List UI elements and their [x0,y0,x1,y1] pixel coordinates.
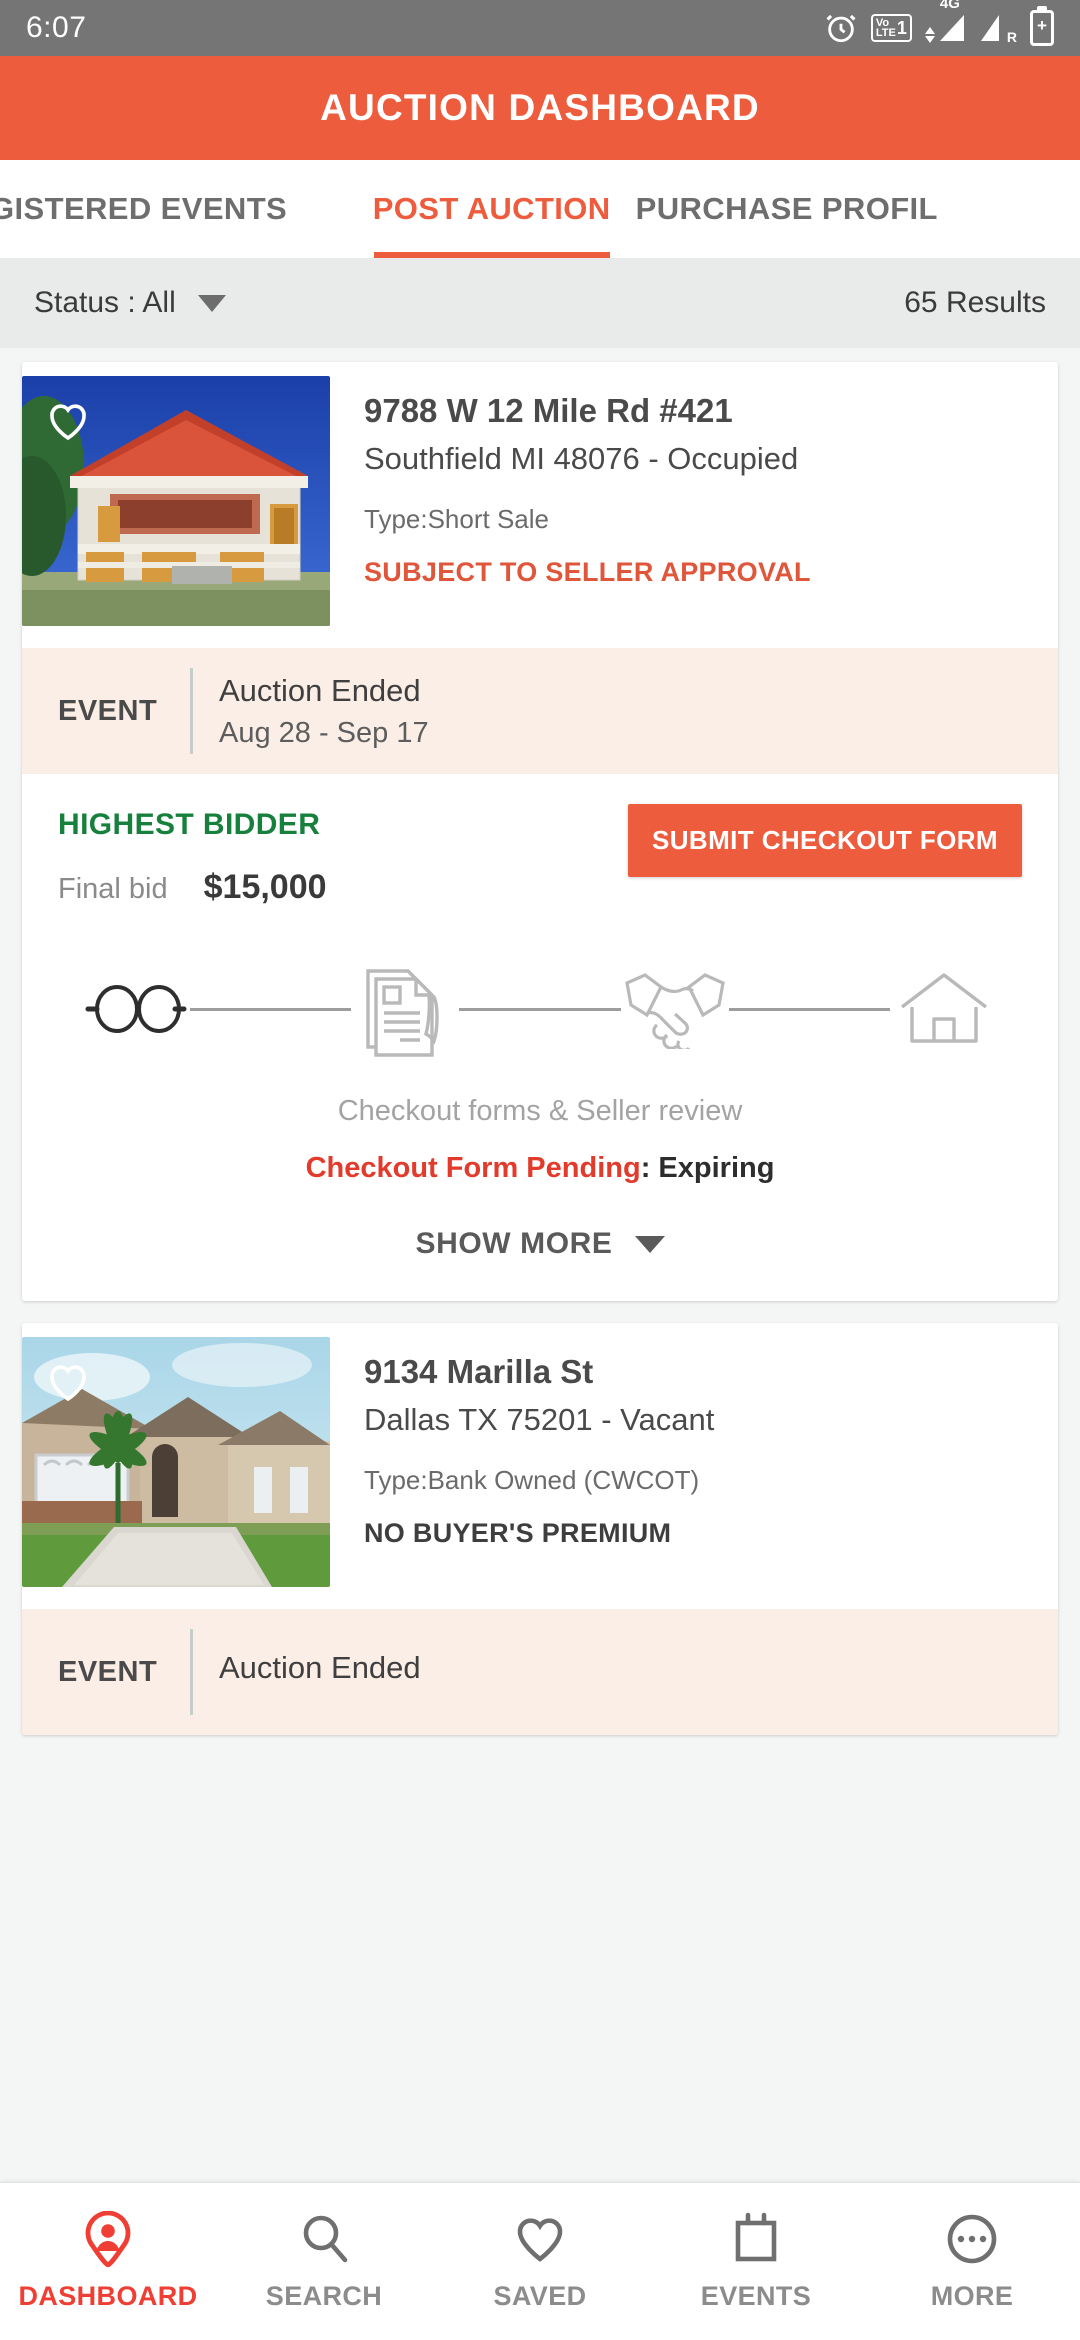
nav-item-dashboard[interactable]: DASHBOARD [8,2211,208,2312]
tab-bar: GISTERED EVENTS POST AUCTION PURCHASE PR… [0,160,1080,258]
status-icon-group: Vo LTE 1 4G R + [824,0,1054,46]
status-badge: SUBJECT TO SELLER APPROVAL [364,556,811,587]
nav-item-saved[interactable]: SAVED [440,2211,640,2312]
sim-number: 1 [896,18,907,38]
nav-item-events[interactable]: EVENTS [656,2211,856,2312]
bottom-navigation: DASHBOARD SEARCH SAVED EVENTS MORE [0,2182,1080,2340]
favorite-heart-icon[interactable] [44,1359,92,1408]
property-address-line2: Dallas TX 75201 - Vacant [364,1401,715,1437]
stepper-connector-2 [459,1007,621,1011]
property-thumbnail[interactable] [22,1337,330,1587]
glasses-icon [82,981,190,1037]
event-info: Auction Ended Aug 28 - Sep 17 [219,673,429,750]
submit-checkout-form-button[interactable]: SUBMIT CHECKOUT FORM [628,804,1022,877]
event-status: Auction Ended [219,672,421,708]
roaming-label: R [1006,29,1017,45]
progress-caption: Checkout forms & Seller review [337,1095,743,1127]
property-type: Type:Bank Owned (CWCOT) [364,1464,700,1495]
progress-stepper [58,961,1022,1057]
event-label: EVENT [58,694,158,727]
status-filter-dropdown[interactable]: Status : All [34,286,226,320]
battery-icon: + [1030,10,1054,46]
filter-bar: Status : All 65 Results [0,258,1080,348]
final-bid-label: Final bid [58,873,168,905]
tab-registered-events[interactable]: GISTERED EVENTS [0,160,374,258]
network-label: 4G [939,0,960,12]
volte-icon: Vo LTE 1 [870,14,912,42]
event-banner: EVENT Auction Ended [22,1609,1058,1735]
search-icon [298,2211,350,2267]
property-type: Type:Short Sale [364,503,549,534]
more-ellipsis-icon [946,2211,998,2267]
final-bid-row: Final bid $15,000 [58,868,327,907]
chevron-down-icon [634,1235,665,1253]
event-dates: Aug 28 - Sep 17 [219,716,429,749]
pending-status: Checkout Form Pending: Expiring [58,1152,1022,1185]
status-badge: NO BUYER'S PREMIUM [364,1517,672,1548]
card-header: 9788 W 12 Mile Rd #421 Southfield MI 480… [22,362,1058,626]
tab-post-auction[interactable]: POST AUCTION [373,160,610,258]
status-bar: 6:07 Vo LTE 1 4G R + [0,0,1080,56]
calendar-icon [730,2211,782,2267]
card-details: 9134 Marilla St Dallas TX 75201 - Vacant… [330,1337,1058,1587]
app-bar: AUCTION DASHBOARD [0,56,1080,160]
stepper-connector-1 [190,1007,352,1011]
house-icon [890,969,998,1049]
property-address-line1: 9788 W 12 Mile Rd #421 [364,392,733,429]
bid-info: HIGHEST BIDDER Final bid $15,000 [58,804,327,907]
event-banner: EVENT Auction Ended Aug 28 - Sep 17 [22,648,1058,774]
signal-roaming-icon: R [979,13,1017,45]
handshake-icon [621,969,729,1049]
nav-label-saved: SAVED [493,2281,587,2311]
status-filter-label: Status : All [34,286,176,319]
pending-label: Checkout Form Pending [305,1152,641,1184]
signal-4g-icon: 4G [924,0,966,43]
auction-list[interactable]: 9788 W 12 Mile Rd #421 Southfield MI 480… [0,348,1080,2184]
page-title: AUCTION DASHBOARD [320,87,760,128]
favorite-heart-icon[interactable] [44,398,92,447]
bid-row: HIGHEST BIDDER Final bid $15,000 SUBMIT … [58,804,1022,907]
show-more-label: SHOW MORE [415,1227,613,1260]
nav-label-search: SEARCH [265,2281,383,2311]
bid-section: HIGHEST BIDDER Final bid $15,000 SUBMIT … [22,774,1058,1185]
chevron-down-icon [197,294,226,312]
event-divider [190,1629,193,1715]
status-time: 6:07 [26,11,87,44]
nav-item-more[interactable]: MORE [872,2211,1072,2312]
auction-card[interactable]: 9788 W 12 Mile Rd #421 Southfield MI 480… [22,362,1058,1301]
volte-bottom-label: LTE [875,27,896,39]
event-label: EVENT [58,1655,158,1688]
user-pin-icon [82,2211,134,2267]
nav-label-events: EVENTS [700,2281,812,2311]
stepper-connector-3 [728,1007,890,1011]
document-pen-icon [351,961,459,1057]
tab-purchase-profile[interactable]: PURCHASE PROFIL [610,160,1080,258]
nav-label-dashboard: DASHBOARD [18,2281,198,2311]
event-info: Auction Ended [219,1650,421,1694]
card-details: 9788 W 12 Mile Rd #421 Southfield MI 480… [330,376,1058,626]
final-bid-value: $15,000 [203,868,327,906]
alarm-icon [824,11,858,45]
auction-card[interactable]: 9134 Marilla St Dallas TX 75201 - Vacant… [22,1323,1058,1735]
event-status: Auction Ended [219,1650,421,1685]
event-divider [190,668,193,754]
property-thumbnail[interactable] [22,376,330,626]
bidder-status: HIGHEST BIDDER [58,808,321,841]
property-address-line1: 9134 Marilla St [364,1353,594,1390]
nav-label-more: MORE [930,2281,1014,2311]
property-address-line2: Southfield MI 48076 - Occupied [364,440,799,476]
heart-icon [514,2211,566,2267]
pending-value: : Expiring [640,1152,775,1184]
nav-item-search[interactable]: SEARCH [224,2211,424,2312]
card-header: 9134 Marilla St Dallas TX 75201 - Vacant… [22,1323,1058,1587]
show-more-button[interactable]: SHOW MORE [22,1185,1058,1301]
results-count: 65 Results [904,286,1046,319]
data-arrows-icon [924,27,935,43]
